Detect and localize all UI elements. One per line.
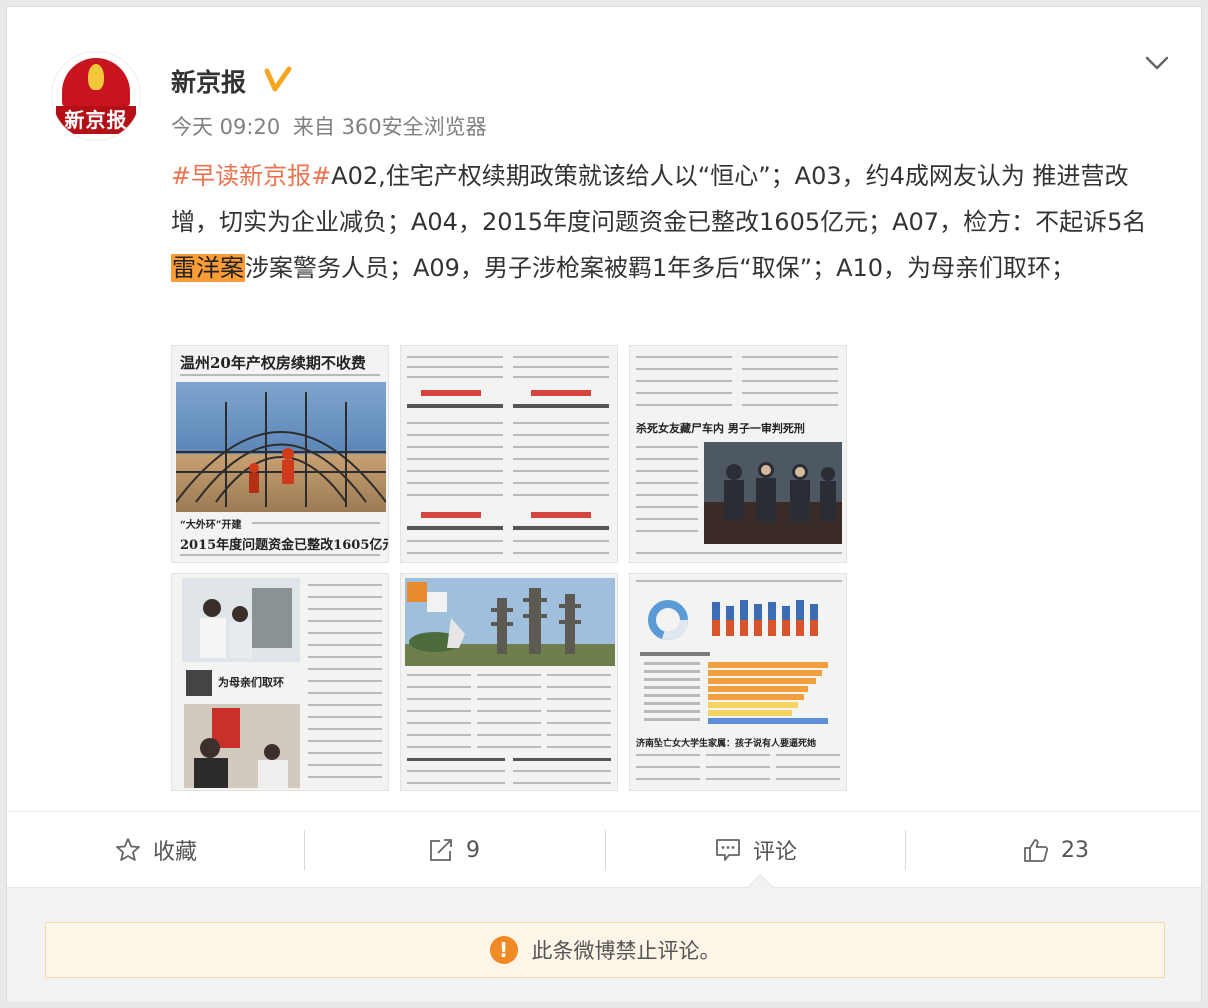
clinic-photo	[182, 578, 300, 662]
infographic-charts	[640, 600, 828, 724]
repost-icon	[430, 839, 452, 861]
divider	[905, 830, 906, 870]
thumb-headline: 济南坠亡女大学生家属：孩子说有人要逼死她	[636, 739, 817, 749]
star-icon	[116, 838, 140, 861]
comment-icon	[716, 839, 740, 861]
image-thumb-1[interactable]: 温州20年产权房续期不收费 “大外环”开建 2015年度问题资金已整改1605亿…	[171, 345, 389, 563]
comment-label: 评论	[752, 840, 797, 865]
favorite-button[interactable]: 收藏	[7, 812, 305, 888]
construction-photo	[175, 392, 387, 507]
weibo-card: 新京报 新京报 今天 09:20 来自 360安全浏览器 #早读新京报#A02,…	[6, 6, 1202, 1002]
post-text: #早读新京报#A02,住宅产权续期政策就该给人以“恒心”；A03，约4成网友认为…	[171, 153, 1171, 291]
repost-button[interactable]: 9	[305, 812, 603, 888]
comments-disabled-notice: ! 此条微博禁止评论。	[45, 922, 1165, 978]
avatar[interactable]: 新京报	[51, 51, 141, 141]
notice-text: 此条微博禁止评论。	[531, 939, 721, 963]
thumb-subhead: “大外环”开建	[180, 520, 242, 531]
thumb-headline: 杀死女友藏尸车内 男子一审判死刑	[636, 422, 805, 435]
post-time[interactable]: 今天 09:20	[171, 115, 280, 139]
post-source: 来自 360安全浏览器	[292, 115, 487, 139]
image-grid: 温州20年产权房续期不收费 “大外环”开建 2015年度问题资金已整改1605亿…	[171, 345, 847, 791]
temple-photo	[405, 578, 615, 666]
flame-icon	[88, 64, 104, 90]
warning-icon: !	[489, 936, 518, 964]
post-text-part2: 涉案警务人员；A09，男子涉枪案被羁1年多后“取保”；A10，为母亲们取环；	[245, 254, 1076, 282]
thumb-headline: 温州20年产权房续期不收费	[180, 354, 366, 372]
divider	[605, 830, 606, 870]
thumb-bottom-headline: 2015年度问题资金已整改1605亿元	[180, 538, 389, 553]
comment-area: ! 此条微博禁止评论。	[7, 874, 1201, 1002]
image-thumb-3[interactable]: 杀死女友藏尸车内 男子一审判死刑	[629, 345, 847, 563]
courtroom-photo	[704, 442, 842, 544]
image-thumb-2[interactable]	[400, 345, 618, 563]
image-thumb-5[interactable]	[400, 573, 618, 791]
clinic-photo-2	[184, 704, 300, 788]
thumb-headline: 为母亲们取环	[218, 676, 284, 689]
favorite-label: 收藏	[152, 840, 197, 865]
image-thumb-6[interactable]: 济南坠亡女大学生家属：孩子说有人要逼死她	[629, 573, 847, 791]
thumbs-up-icon	[1024, 839, 1049, 862]
like-count: 23	[1061, 837, 1089, 863]
image-thumb-4[interactable]: 为母亲们取环	[171, 573, 389, 791]
highlighted-keyword: 雷洋案	[171, 254, 245, 282]
verified-icon	[264, 66, 292, 92]
action-bar: 收藏 9 评论 23	[7, 811, 1201, 888]
post-meta: 今天 09:20 来自 360安全浏览器	[171, 111, 493, 141]
like-button[interactable]: 23	[907, 812, 1205, 888]
hashtag-link[interactable]: #早读新京报#	[171, 162, 331, 190]
avatar-logo-text: 新京报	[56, 106, 136, 134]
account-name[interactable]: 新京报	[171, 63, 246, 99]
chevron-down-icon[interactable]	[1141, 47, 1173, 79]
repost-count: 9	[466, 837, 480, 863]
